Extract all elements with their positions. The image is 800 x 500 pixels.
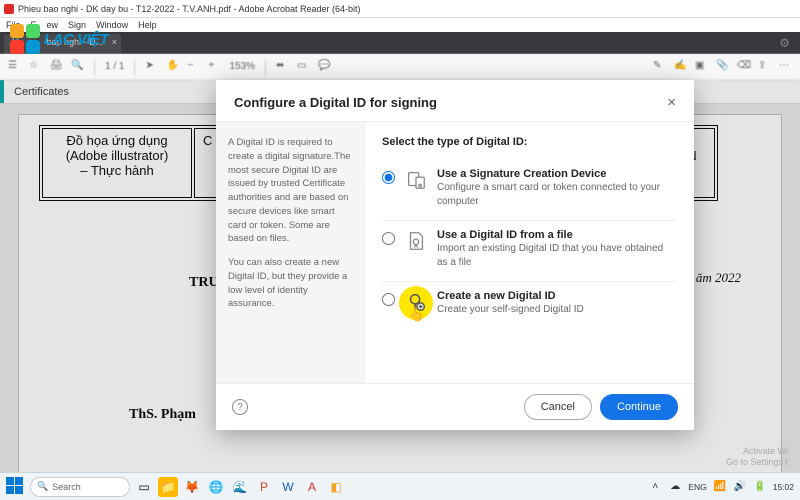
acrobat-app-icon <box>4 4 14 14</box>
menu-help[interactable]: Help <box>138 20 157 30</box>
cancel-button[interactable]: Cancel <box>524 394 592 420</box>
file-explorer-icon[interactable]: 📁 <box>158 477 178 497</box>
more-icon[interactable]: ⋯ <box>779 60 792 73</box>
star-icon[interactable]: ☆ <box>29 60 42 73</box>
document-tabstrip: H bao nghi - D...× ⚙ <box>0 32 800 54</box>
acrobat-icon[interactable]: A <box>302 477 322 497</box>
attach-icon[interactable]: 📎 <box>716 60 729 73</box>
select-type-label: Select the type of Digital ID: <box>382 136 676 148</box>
tray-language[interactable]: ENG <box>688 482 706 492</box>
card-reader-icon <box>405 169 427 191</box>
stamp-icon[interactable]: ▣ <box>695 60 708 73</box>
help-icon[interactable]: ? <box>232 399 248 415</box>
powerpoint-icon[interactable]: P <box>254 477 274 497</box>
lac-viet-logo: LẠC VIỆT <box>10 24 108 54</box>
edge-icon[interactable]: 🌊 <box>230 477 250 497</box>
tray-chevron-icon[interactable]: ˄ <box>648 480 662 494</box>
id-badge-plus-icon: 👆 <box>405 291 427 313</box>
pointer-icon[interactable]: ➤ <box>145 60 158 73</box>
comment-icon[interactable]: 💬 <box>318 60 331 73</box>
fit-page-icon[interactable]: ▭ <box>297 60 310 73</box>
wifi-icon[interactable]: 📶 <box>713 480 727 494</box>
pointer-cursor-icon: 👆 <box>408 307 424 323</box>
radio-from-file[interactable] <box>382 232 395 245</box>
windows-taskbar: 🔍 Search ▭ 📁 🦊 🌐 🌊 P W A ◧ ˄ ☁ ENG 📶 🔊 🔋… <box>0 472 800 500</box>
zoom-out-icon[interactable]: − <box>187 60 200 73</box>
activate-windows-watermark: Activate Wi Go to Settings t <box>726 446 788 468</box>
zoom-level[interactable]: 153% <box>229 61 255 72</box>
settings-gear-icon[interactable]: ⚙ <box>779 36 790 50</box>
firefox-icon[interactable]: 🦊 <box>182 477 202 497</box>
task-view-icon[interactable]: ▭ <box>134 477 154 497</box>
volume-icon[interactable]: 🔊 <box>733 480 747 494</box>
radio-signature-device[interactable] <box>382 171 395 184</box>
chrome-icon[interactable]: 🌐 <box>206 477 226 497</box>
tray-clock[interactable]: 15:02 <box>773 482 794 492</box>
sign-icon[interactable]: ✍ <box>674 60 687 73</box>
taskbar-search[interactable]: 🔍 Search <box>30 477 130 497</box>
page-indicator[interactable]: 1 / 1 <box>105 61 124 72</box>
option-from-file[interactable]: Use a Digital ID from a file Import an e… <box>382 221 676 282</box>
continue-button[interactable]: Continue <box>600 394 678 420</box>
sidebar-toggle-icon[interactable]: ☰ <box>8 60 21 73</box>
print-icon[interactable]: 🖨 <box>50 60 63 73</box>
erase-icon[interactable]: ⌫ <box>737 60 750 73</box>
onedrive-icon[interactable]: ☁ <box>668 480 682 494</box>
system-tray: ˄ ☁ ENG 📶 🔊 🔋 15:02 <box>648 480 794 494</box>
acrobat-toolbar: ☰ ☆ 🖨 🔍 1 / 1 ➤ ✋ − + 153% ⬌ ▭ 💬 ✎ ✍ ▣ 📎… <box>0 54 800 80</box>
share-icon[interactable]: ⇪ <box>758 60 771 73</box>
word-icon[interactable]: W <box>278 477 298 497</box>
configure-digital-id-dialog: Configure a Digital ID for signing × A D… <box>216 80 694 430</box>
battery-icon[interactable]: 🔋 <box>753 480 767 494</box>
zoom-in-icon[interactable]: + <box>208 60 221 73</box>
highlight-icon[interactable]: ✎ <box>653 60 666 73</box>
close-tab-icon[interactable]: × <box>112 37 117 47</box>
option-create-new[interactable]: 👆 Create a new Digital ID Create your se… <box>382 282 676 329</box>
search-icon[interactable]: 🔍 <box>71 60 84 73</box>
start-button[interactable] <box>6 477 26 497</box>
app-icon[interactable]: ◧ <box>326 477 346 497</box>
hand-tool-icon[interactable]: ✋ <box>166 60 179 73</box>
fit-width-icon[interactable]: ⬌ <box>276 60 289 73</box>
option-signature-device[interactable]: Use a Signature Creation Device Configur… <box>382 160 676 221</box>
window-title: Phieu bao nghi - DK day bu - T12-2022 - … <box>18 4 361 14</box>
dialog-title: Configure a Digital ID for signing <box>234 95 437 110</box>
search-icon: 🔍 <box>37 481 48 492</box>
close-icon[interactable]: × <box>667 94 676 111</box>
radio-create-new[interactable] <box>382 293 395 306</box>
dialog-sidebar: A Digital ID is required to create a dig… <box>216 122 366 383</box>
file-badge-icon <box>405 230 427 252</box>
menubar: File E ew Sign Window Help <box>0 18 800 32</box>
window-titlebar: Phieu bao nghi - DK day bu - T12-2022 - … <box>0 0 800 18</box>
